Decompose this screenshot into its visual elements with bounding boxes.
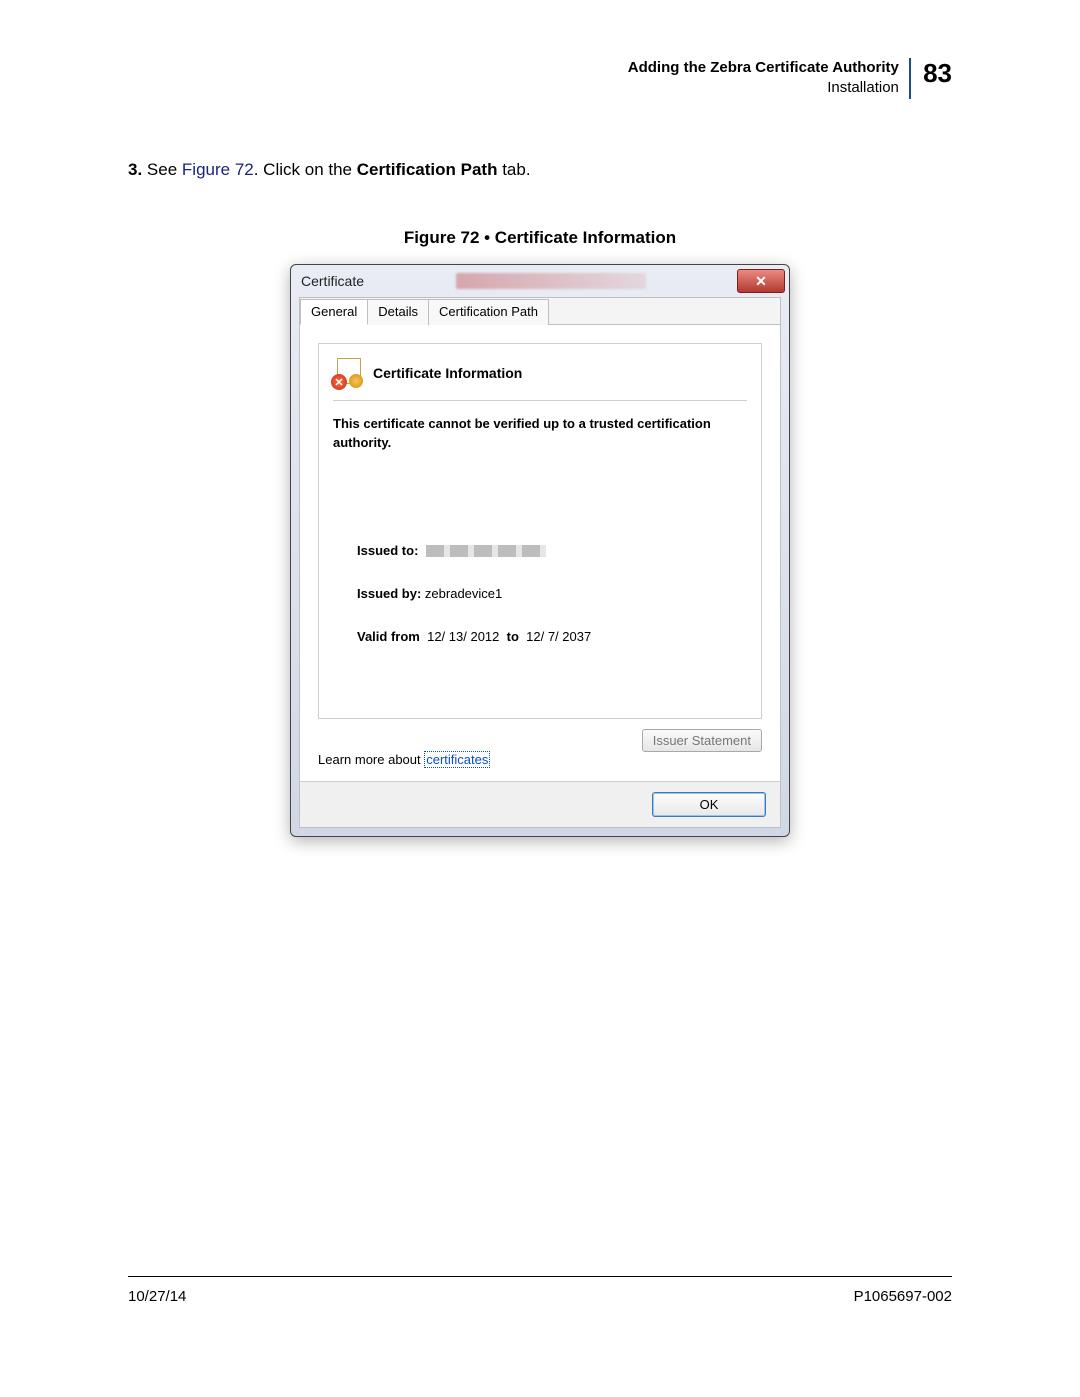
issued-to-row: Issued to: — [357, 543, 747, 558]
body: 3. See Figure 72. Click on the Certifica… — [128, 160, 952, 837]
issuer-statement-button[interactable]: Issuer Statement — [642, 729, 762, 752]
certificate-info-title: Certificate Information — [373, 365, 522, 381]
valid-row: Valid from 12/ 13/ 2012 to 12/ 7/ 2037 — [357, 629, 747, 644]
close-button[interactable]: ✕ — [737, 269, 785, 293]
tab-certification-path[interactable]: Certification Path — [428, 299, 549, 325]
tab-strip: General Details Certification Path — [300, 298, 780, 325]
tab-details[interactable]: Details — [367, 299, 429, 325]
footer-docnum: P1065697-002 — [854, 1288, 952, 1305]
valid-to-label: to — [507, 629, 519, 644]
footer-date: 10/27/14 — [128, 1288, 186, 1305]
page-header: Adding the Zebra Certificate Authority I… — [628, 58, 952, 99]
issued-by-value: zebradevice1 — [425, 586, 502, 601]
close-icon: ✕ — [755, 273, 767, 290]
certificates-link[interactable]: certificates — [424, 751, 490, 768]
step-bold: Certification Path — [357, 160, 498, 179]
dialog-title: Certificate — [301, 273, 364, 289]
step-number: 3. — [128, 160, 142, 179]
valid-from-value: 12/ 13/ 2012 — [427, 629, 499, 644]
certificate-info-panel: ✕ Certificate Information This certifica… — [318, 343, 762, 719]
figure-caption: Figure 72 • Certificate Information — [128, 228, 952, 248]
valid-from-label: Valid from — [357, 629, 420, 644]
step-line: 3. See Figure 72. Click on the Certifica… — [128, 160, 952, 180]
header-title: Adding the Zebra Certificate Authority — [628, 59, 899, 76]
figure-reference: Figure 72 — [182, 160, 254, 179]
issued-to-label: Issued to: — [357, 543, 418, 558]
page-footer: 10/27/14 P1065697-002 — [128, 1288, 952, 1305]
certificate-error-icon: ✕ — [333, 358, 363, 388]
issued-by-label: Issued by: — [357, 586, 421, 601]
tab-general[interactable]: General — [300, 299, 368, 325]
issued-to-redacted — [426, 545, 546, 557]
footer-rule — [128, 1276, 952, 1277]
ok-button[interactable]: OK — [652, 792, 766, 817]
certificate-dialog-screenshot: Certificate ✕ General Details Certificat… — [290, 264, 790, 837]
header-subtitle: Installation — [827, 79, 899, 96]
tab-content-general: ✕ Certificate Information This certifica… — [300, 325, 780, 781]
issued-by-row: Issued by: zebradevice1 — [357, 586, 747, 601]
page-number: 83 — [923, 58, 952, 89]
dialog-footer: OK — [300, 781, 780, 827]
valid-to-value: 12/ 7/ 2037 — [526, 629, 591, 644]
titlebar-blurred-region — [456, 273, 646, 289]
dialog-titlebar: Certificate ✕ — [291, 265, 789, 297]
learn-more-line: Learn more about certificates — [318, 752, 762, 767]
certificate-warning-message: This certificate cannot be verified up t… — [333, 415, 747, 453]
